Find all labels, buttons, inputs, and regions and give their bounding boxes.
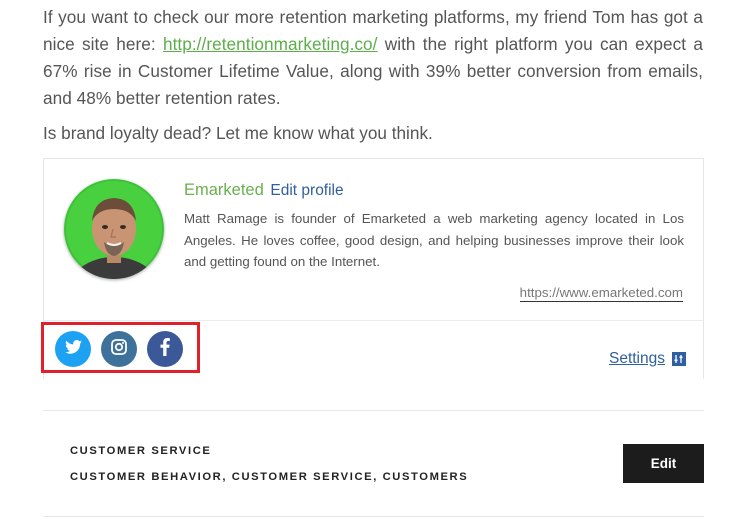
article-question: Is brand loyalty dead? Let me know what … (43, 123, 433, 143)
instagram-icon (111, 338, 127, 360)
author-website-link[interactable]: https://www.emarketed.com (519, 285, 683, 302)
post-taxonomy: CUSTOMER SERVICE CUSTOMER BEHAVIOR, CUST… (70, 445, 468, 484)
section-divider-bottom (43, 516, 704, 517)
settings-sliders-icon (672, 352, 686, 366)
settings-link[interactable]: Settings (609, 350, 686, 368)
edit-profile-link[interactable]: Edit profile (270, 182, 343, 199)
author-bio: Matt Ramage is founder of Emarketed a we… (184, 211, 684, 269)
post-tags[interactable]: CUSTOMER BEHAVIOR, CUSTOMER SERVICE, CUS… (70, 471, 468, 484)
twitter-icon (64, 339, 82, 359)
instagram-button[interactable] (101, 331, 137, 367)
edit-post-button[interactable]: Edit (623, 444, 704, 483)
post-category[interactable]: CUSTOMER SERVICE (70, 445, 468, 458)
author-footer: Settings (41, 320, 703, 379)
facebook-icon (160, 337, 170, 361)
author-avatar (64, 179, 164, 279)
article-body: If you want to check our more retention … (43, 4, 703, 147)
author-name-row: Emarketed Edit profile (184, 181, 344, 200)
settings-label: Settings (608, 350, 665, 367)
facebook-button[interactable] (147, 331, 183, 367)
author-box: Emarketed Edit profile Matt Ramage is fo… (41, 158, 704, 379)
retention-marketing-link[interactable]: http://retentionmarketing.co/ (163, 34, 378, 54)
section-divider (43, 410, 704, 411)
article-paragraph: If you want to check our more retention … (43, 4, 703, 112)
twitter-button[interactable] (55, 331, 91, 367)
author-name: Emarketed (184, 181, 264, 199)
